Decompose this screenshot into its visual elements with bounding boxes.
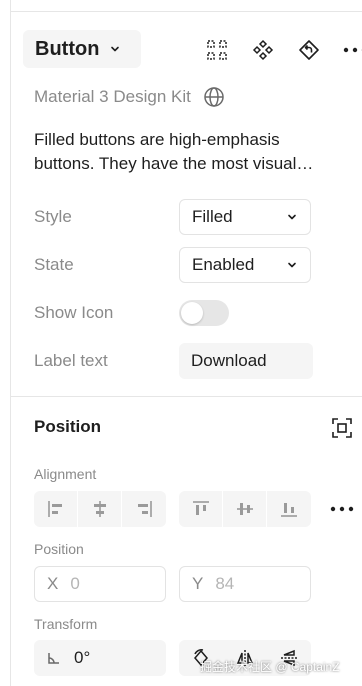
rotation-input[interactable]: 0°	[34, 640, 166, 676]
property-row-state: State Enabled	[34, 247, 324, 283]
rotation-angle-icon	[48, 653, 59, 664]
align-top-button[interactable]	[179, 491, 223, 527]
y-position-input[interactable]: Y 84	[179, 566, 311, 602]
align-right-button[interactable]	[122, 491, 166, 527]
toggle-knob	[181, 302, 203, 324]
state-label: State	[34, 255, 74, 274]
vertical-alignment-group	[179, 491, 311, 527]
transform-label: Transform	[34, 616, 98, 632]
align-bottom-button[interactable]	[267, 491, 311, 527]
show-icon-toggle[interactable]	[179, 300, 229, 326]
go-to-main-component-button[interactable]	[249, 36, 277, 64]
align-bottom-icon	[281, 503, 297, 517]
label-text-label: Label text	[34, 351, 108, 370]
instance-icon	[252, 39, 274, 61]
library-link[interactable]: Material 3 Design Kit	[34, 86, 225, 108]
show-icon-label: Show Icon	[34, 303, 114, 322]
more-icon	[343, 47, 362, 53]
align-vertical-center-button[interactable]	[223, 491, 267, 527]
design-properties-panel: Button Material 3 Design Kit Filled butt…	[10, 0, 362, 686]
property-row-label-text: Label text Download	[34, 343, 324, 379]
label-text-input[interactable]: Download	[179, 343, 313, 379]
style-select[interactable]: Filled	[179, 199, 311, 235]
component-name: Button	[35, 37, 100, 60]
component-grid-button[interactable]	[203, 36, 231, 64]
align-vertical-center-icon	[236, 503, 253, 515]
align-horizontal-center-icon	[93, 501, 106, 517]
align-horizontal-center-button[interactable]	[78, 491, 122, 527]
library-name: Material 3 Design Kit	[34, 87, 191, 106]
fit-frame-icon[interactable]	[331, 417, 353, 439]
section-divider	[11, 396, 362, 397]
detach-icon	[299, 40, 319, 60]
header-actions	[203, 36, 362, 64]
chevron-down-icon	[288, 214, 296, 220]
position-label: Position	[34, 541, 84, 557]
component-grid-icon	[207, 40, 227, 60]
property-row-style: Style Filled	[34, 199, 324, 235]
globe-icon	[204, 87, 224, 107]
y-value: 84	[215, 574, 235, 593]
more-options-button[interactable]	[341, 36, 362, 64]
align-left-button[interactable]	[34, 491, 78, 527]
component-name-dropdown[interactable]: Button	[23, 30, 141, 68]
x-axis-label: X	[47, 574, 59, 593]
more-icon	[330, 506, 354, 512]
x-position-input[interactable]: X 0	[34, 566, 166, 602]
watermark: 掘金技术社区 @ CaptainZ	[200, 660, 340, 674]
more-alignment-button[interactable]	[329, 496, 355, 522]
x-value: 0	[70, 574, 80, 593]
chevron-down-icon	[288, 262, 296, 268]
alignment-label: Alignment	[34, 466, 97, 482]
property-row-show-icon: Show Icon	[34, 295, 324, 331]
chevron-down-icon	[111, 46, 120, 52]
align-right-icon	[138, 501, 152, 517]
component-description: Filled buttons are high-emphasis buttons…	[34, 130, 314, 173]
reset-instance-button[interactable]	[295, 36, 323, 64]
top-divider	[11, 11, 362, 12]
y-axis-label: Y	[192, 574, 204, 593]
style-value: Filled	[192, 207, 233, 226]
style-label: Style	[34, 207, 72, 226]
state-value: Enabled	[192, 255, 255, 274]
rotation-value: 0°	[74, 648, 91, 667]
align-left-icon	[47, 501, 62, 517]
horizontal-alignment-group	[34, 491, 166, 527]
align-top-icon	[192, 501, 209, 515]
state-select[interactable]: Enabled	[179, 247, 311, 283]
position-section-title: Position	[34, 417, 102, 436]
